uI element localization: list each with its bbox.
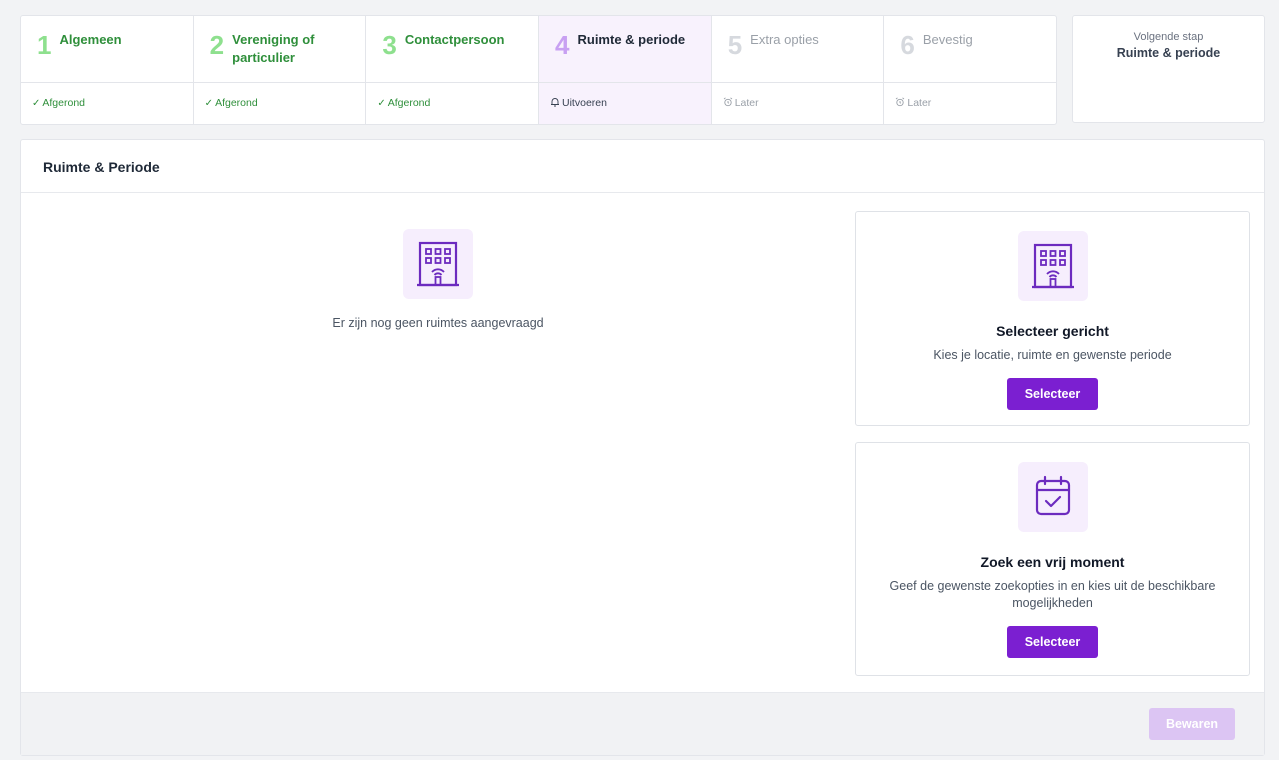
next-step-caption: Volgende stap — [1133, 31, 1204, 43]
selecteer-gericht-button[interactable]: Selecteer — [1007, 378, 1098, 410]
bell-icon — [550, 97, 560, 110]
card-description: Kies je locatie, ruimte en gewenste peri… — [933, 348, 1172, 362]
step-number: 4 — [555, 30, 570, 60]
step-algemeen[interactable]: 1 Algemeen ✓ Afgerond — [21, 16, 194, 124]
step-label: Vereniging of particulier — [232, 32, 315, 65]
building-icon — [403, 229, 473, 299]
zoek-vrij-moment-button[interactable]: Selecteer — [1007, 626, 1098, 658]
step-status: Later — [712, 83, 884, 123]
save-button[interactable]: Bewaren — [1149, 708, 1235, 740]
step-label: Bevestig — [922, 32, 973, 47]
check-icon: ✓ — [204, 97, 214, 109]
next-step-value: Ruimte & periode — [1116, 46, 1221, 60]
panel-title: Ruimte & Periode — [21, 140, 1264, 193]
empty-state-text: Er zijn nog geen ruimtes aangevraagd — [332, 316, 544, 330]
step-bevestig[interactable]: 6 Bevestig Later — [884, 16, 1057, 124]
step-status: ✓ Afgerond — [32, 97, 86, 109]
step-status: ✓ Afgerond — [377, 97, 431, 109]
step-extra-opties[interactable]: 5 Extra opties Later — [711, 16, 885, 124]
step-contactpersoon[interactable]: 3 Contactpersoon ✓ Afgerond — [366, 16, 540, 124]
next-step-box: Volgende stap Ruimte & periode — [1072, 15, 1265, 123]
card-zoek-vrij-moment: Zoek een vrij moment Geef de gewenste zo… — [855, 442, 1250, 676]
card-title: Zoek een vrij moment — [980, 554, 1125, 570]
card-description: Geef de gewenste zoekopties in en kies u… — [889, 579, 1216, 610]
step-status: ✓ Afgerond — [204, 97, 258, 109]
step-number: 3 — [382, 30, 397, 60]
ruimte-periode-panel: Ruimte & Periode Er zijn nog geen ruimte… — [20, 139, 1265, 756]
empty-state: Er zijn nog geen ruimtes aangevraagd — [21, 229, 855, 330]
calendar-check-icon — [1017, 462, 1088, 532]
alarm-clock-icon — [895, 96, 905, 110]
step-label: Ruimte & periode — [577, 32, 686, 47]
step-ruimte-periode[interactable]: 4 Ruimte & periode Uitvoeren — [539, 16, 712, 124]
step-number: 2 — [209, 30, 225, 60]
step-status: Later — [884, 83, 1056, 123]
step-label: Extra opties — [750, 32, 819, 47]
card-title: Selecteer gericht — [996, 323, 1109, 339]
step-status: Uitvoeren — [539, 83, 711, 123]
progress-stepper: 1 Algemeen ✓ Afgerond 2 Vereniging of parti… — [20, 15, 1057, 125]
step-number: 6 — [900, 30, 915, 60]
alarm-clock-icon — [723, 96, 733, 110]
step-label: Contactpersoon — [404, 32, 505, 47]
panel-footer: Bewaren — [21, 692, 1264, 755]
step-vereniging[interactable]: 2 Vereniging of particulier ✓ Afgerond — [193, 16, 367, 124]
step-number: 5 — [727, 30, 743, 60]
card-selecteer-gericht: Selecteer gericht Kies je locatie, ruimt… — [855, 211, 1250, 426]
check-icon: ✓ — [377, 97, 386, 109]
step-number: 1 — [37, 30, 52, 60]
building-icon — [1017, 231, 1088, 301]
check-icon: ✓ — [32, 97, 41, 109]
step-label: Algemeen — [59, 32, 122, 47]
